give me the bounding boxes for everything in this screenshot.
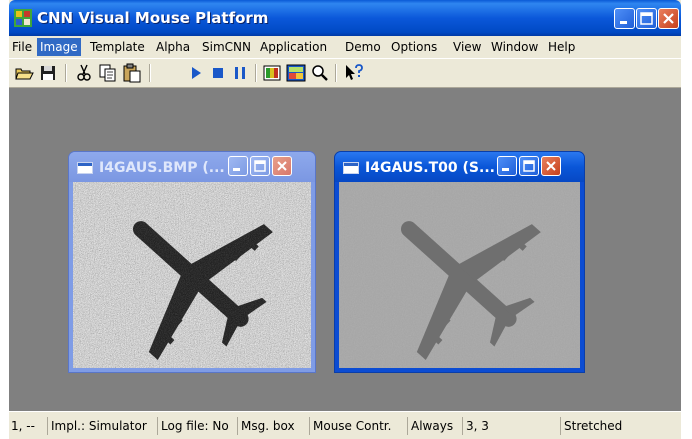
document-icon [77, 162, 93, 174]
menu-template[interactable]: Template [90, 40, 145, 54]
image-window-filtered[interactable]: I4GAUS.T00 (S... [334, 151, 585, 373]
menu-bar: File Image Template Alpha SimCNN Applica… [9, 36, 681, 58]
app-icon [14, 9, 32, 27]
menu-help[interactable]: Help [548, 40, 575, 54]
menu-options[interactable]: Options [391, 40, 437, 54]
close-icon [663, 13, 674, 24]
toolbar-separator [335, 64, 337, 82]
menu-simcnn[interactable]: SimCNN [202, 40, 251, 54]
maximize-button[interactable] [636, 8, 657, 29]
toolbar-separator [255, 64, 257, 82]
maximize-icon [254, 160, 266, 172]
menu-demo[interactable]: Demo [345, 40, 381, 54]
image-canvas[interactable] [73, 182, 311, 368]
copy-icon [99, 64, 116, 82]
open-button[interactable] [13, 62, 35, 84]
status-mouse-control: Mouse Contr. [309, 417, 407, 435]
save-icon [41, 66, 55, 80]
zoom-icon [312, 65, 328, 81]
cut-button[interactable] [73, 62, 95, 84]
status-bar: 1, -- Impl.: Simulator Log file: No Msg.… [9, 411, 681, 439]
stop-button[interactable] [207, 62, 229, 84]
cut-icon [77, 64, 91, 81]
open-folder-icon [15, 68, 34, 80]
menu-image[interactable]: Image [37, 38, 81, 56]
menu-file[interactable]: File [12, 40, 32, 54]
status-template-size: 3, 3 [462, 417, 560, 435]
image-view-icon [286, 64, 306, 82]
child-title-bar[interactable]: I4GAUS.BMP (... [69, 152, 315, 182]
title-bar[interactable]: CNN Visual Mouse Platform [9, 0, 681, 36]
filtered-airplane-image [339, 182, 580, 368]
minimize-button[interactable] [614, 8, 635, 29]
stop-icon [213, 68, 223, 78]
close-icon [277, 161, 287, 171]
paste-button[interactable] [121, 62, 143, 84]
child-window-title: I4GAUS.BMP (... [99, 160, 225, 176]
document-icon [343, 162, 359, 174]
status-implementation: Impl.: Simulator [47, 417, 157, 435]
zoom-button[interactable] [309, 62, 331, 84]
status-message-box: Msg. box [237, 417, 309, 435]
menu-application[interactable]: Application [260, 40, 327, 54]
pause-icon [235, 67, 245, 79]
menu-alpha[interactable]: Alpha [156, 40, 190, 54]
save-button[interactable] [37, 62, 59, 84]
noisy-airplane-image [73, 182, 311, 368]
image-window-noisy[interactable]: I4GAUS.BMP (... [68, 151, 316, 373]
application-window: CNN Visual Mouse Platform File Image Tem… [9, 0, 681, 439]
palette-button[interactable] [261, 62, 283, 84]
menu-view[interactable]: View [453, 40, 481, 54]
child-minimize-button[interactable] [228, 156, 248, 176]
toolbar [9, 58, 681, 88]
status-display-mode: Stretched [560, 417, 660, 435]
maximize-icon [523, 160, 535, 172]
context-help-icon [346, 64, 363, 80]
close-icon [546, 161, 556, 171]
minimize-icon [502, 168, 509, 171]
palette-icon [263, 65, 281, 81]
mdi-workspace[interactable]: I4GAUS.BMP (... I4GAUS.T00 (S... [9, 88, 681, 411]
minimize-icon [620, 21, 627, 24]
child-minimize-button[interactable] [497, 156, 517, 176]
image-canvas[interactable] [339, 182, 580, 368]
toolbar-separator [149, 64, 151, 82]
child-close-button[interactable] [541, 156, 561, 176]
copy-button[interactable] [97, 62, 119, 84]
toolbar-separator [65, 64, 67, 82]
status-always: Always [407, 417, 462, 435]
child-title-bar[interactable]: I4GAUS.T00 (S... [335, 152, 584, 182]
play-icon [192, 67, 201, 79]
child-maximize-button[interactable] [519, 156, 539, 176]
context-help-button[interactable] [343, 62, 365, 84]
minimize-icon [233, 168, 240, 171]
paste-icon [123, 63, 141, 83]
close-button[interactable] [658, 8, 679, 29]
image-view-button[interactable] [285, 62, 307, 84]
play-button[interactable] [185, 62, 207, 84]
child-maximize-button[interactable] [250, 156, 270, 176]
maximize-icon [640, 12, 653, 25]
child-close-button[interactable] [272, 156, 292, 176]
status-position: 1, -- [11, 419, 35, 433]
pause-button[interactable] [229, 62, 251, 84]
child-window-title: I4GAUS.T00 (S... [365, 160, 495, 176]
menu-window[interactable]: Window [491, 40, 538, 54]
status-log-file: Log file: No [157, 417, 237, 435]
window-title: CNN Visual Mouse Platform [37, 9, 269, 27]
